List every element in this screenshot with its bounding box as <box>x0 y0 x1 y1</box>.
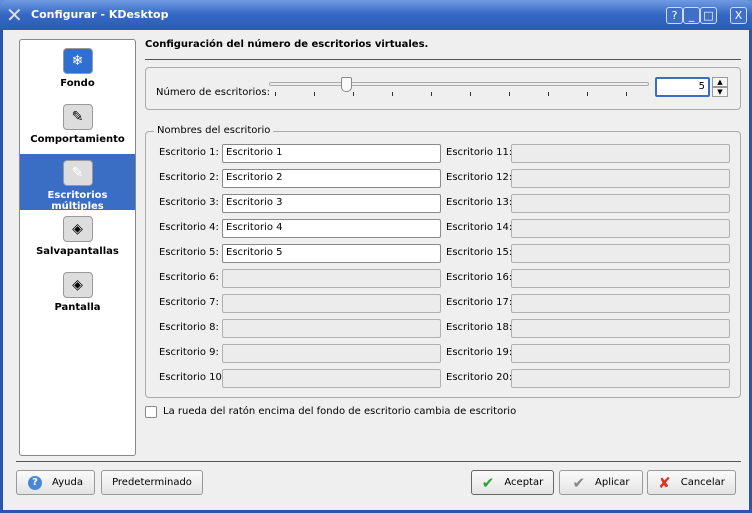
defaults-button[interactable]: Predeterminado <box>101 470 203 495</box>
desktop-name-label: Escritorio 6: <box>159 272 219 283</box>
title-bar[interactable]: ✕ Configurar - KDesktop ? _ □ X <box>0 0 752 30</box>
sidebar-item[interactable]: ❄ Fondo <box>20 42 135 98</box>
sidebar-item[interactable]: ◈ Salvapantallas <box>20 210 135 266</box>
desktop-name-input[interactable]: Escritorio 2 <box>222 169 441 188</box>
desktop-name-input[interactable] <box>222 344 441 363</box>
desktop-name-input[interactable] <box>511 344 730 363</box>
page-heading: Configuración del número de escritorios … <box>145 39 429 50</box>
help-button[interactable]: ? Ayuda <box>16 470 95 495</box>
desktop-name-label: Escritorio 11: <box>446 147 513 158</box>
desktop-name-input[interactable] <box>222 269 441 288</box>
slider-tick <box>587 92 588 96</box>
sidebar-item-label: Pantalla <box>54 302 101 313</box>
slider-tick <box>314 92 315 96</box>
desktop-name-input[interactable] <box>222 319 441 338</box>
dialog-window: ✕ Configurar - KDesktop ? _ □ X ❄ Fondo ✎ C… <box>0 0 752 513</box>
desktop-name-label: Escritorio 20: <box>446 372 513 383</box>
close-button[interactable]: X <box>730 7 747 24</box>
ok-button[interactable]: ✔ Aceptar <box>471 470 554 495</box>
help-icon: ? <box>28 475 43 490</box>
desktop-name-label: Escritorio 3: <box>159 197 219 208</box>
sidebar-item[interactable]: ◈ Pantalla <box>20 266 135 322</box>
desktop-name-input[interactable] <box>222 369 441 388</box>
desktop-count-slider[interactable] <box>269 82 649 86</box>
cancel-x-icon: ✘ <box>658 473 671 492</box>
desktop-count-spinbox[interactable]: 5 <box>655 77 710 97</box>
slider-tick <box>392 92 393 96</box>
slider-thumb[interactable] <box>340 77 352 92</box>
spin-up-button[interactable]: ▲ <box>712 77 728 87</box>
sidebar-item[interactable]: ✎ Escritorios múltiples <box>20 154 135 212</box>
desktop-name-label: Escritorio 8: <box>159 322 219 333</box>
desktop-name-input[interactable]: Escritorio 1 <box>222 144 441 163</box>
sidebar-item-label: Comportamiento <box>30 134 125 145</box>
multiple-desktops-icon: ✎ <box>62 160 93 186</box>
desktop-name-input[interactable]: Escritorio 4 <box>222 219 441 238</box>
slider-tick <box>431 92 432 96</box>
desktop-names-group: Nombres del escritorio Escritorio 1: Escr… <box>145 125 741 398</box>
names-group-title: Nombres del escritorio <box>154 125 274 136</box>
x-logo-icon: ✕ <box>6 3 23 27</box>
screensaver-icon: ◈ <box>62 216 93 242</box>
slider-tick <box>470 92 471 96</box>
desktop-name-label: Escritorio 5: <box>159 247 219 258</box>
desktop-name-label: Escritorio 16: <box>446 272 513 283</box>
help-title-button[interactable]: ? <box>666 7 683 24</box>
desktop-name-label: Escritorio 18: <box>446 322 513 333</box>
cancel-button[interactable]: ✘ Cancelar <box>647 470 736 495</box>
desktop-name-label: Escritorio 12: <box>446 172 513 183</box>
wheel-checkbox-label[interactable]: La rueda del ratón encima del fondo de e… <box>163 406 516 417</box>
desktop-name-input[interactable] <box>511 369 730 388</box>
desktop-name-label: Escritorio 15: <box>446 247 513 258</box>
slider-tick <box>548 92 549 96</box>
desktop-name-input[interactable] <box>222 294 441 313</box>
count-label: Número de escritorios: <box>156 87 270 98</box>
minimize-button[interactable]: _ <box>683 7 700 24</box>
sidebar-item-label: Escritorios múltiples <box>47 190 108 212</box>
desktop-name-input[interactable]: Escritorio 5 <box>222 244 441 263</box>
slider-tick <box>509 92 510 96</box>
desktop-name-label: Escritorio 1: <box>159 147 219 158</box>
behavior-icon: ✎ <box>62 104 93 130</box>
desktop-name-label: Escritorio 7: <box>159 297 219 308</box>
desktop-name-input[interactable] <box>511 219 730 238</box>
spin-down-button[interactable]: ▼ <box>712 87 728 97</box>
window-title: Configurar - KDesktop <box>31 8 169 21</box>
wheel-checkbox[interactable] <box>145 406 157 418</box>
desktop-name-input[interactable] <box>511 319 730 338</box>
background-icon: ❄ <box>62 48 93 74</box>
sidebar-item-label: Salvapantallas <box>36 246 119 257</box>
slider-tick <box>275 92 276 96</box>
desktop-name-label: Escritorio 17: <box>446 297 513 308</box>
desktop-name-label: Escritorio 13: <box>446 197 513 208</box>
desktop-name-label: Escritorio 2: <box>159 172 219 183</box>
sidebar-item-label: Fondo <box>60 78 95 89</box>
check-icon: ✔ <box>481 473 495 492</box>
desktop-name-label: Escritorio 4: <box>159 222 219 233</box>
divider <box>16 461 741 462</box>
desktop-name-input[interactable] <box>511 294 730 313</box>
desktop-name-input[interactable] <box>511 194 730 213</box>
desktop-name-input[interactable] <box>511 169 730 188</box>
apply-button[interactable]: ✔ Aplicar <box>559 470 643 495</box>
check-gray-icon: ✔ <box>572 473 586 492</box>
slider-tick <box>353 92 354 96</box>
maximize-button[interactable]: □ <box>700 7 717 24</box>
desktop-name-label: Escritorio 10: <box>159 372 226 383</box>
desktop-name-input[interactable] <box>511 244 730 263</box>
desktop-name-input[interactable]: Escritorio 3 <box>222 194 441 213</box>
display-icon: ◈ <box>62 272 93 298</box>
desktop-name-label: Escritorio 19: <box>446 347 513 358</box>
count-group: Número de escritorios: 5 ▲ ▼ <box>145 67 741 110</box>
slider-tick <box>626 92 627 96</box>
desktop-name-input[interactable] <box>511 144 730 163</box>
desktop-name-label: Escritorio 14: <box>446 222 513 233</box>
sidebar-item[interactable]: ✎ Comportamiento <box>20 98 135 154</box>
desktop-name-input[interactable] <box>511 269 730 288</box>
sidebar: ❄ Fondo ✎ Comportamiento ✎ Escritorios múltip… <box>19 39 136 456</box>
divider <box>145 59 741 60</box>
desktop-name-label: Escritorio 9: <box>159 347 219 358</box>
